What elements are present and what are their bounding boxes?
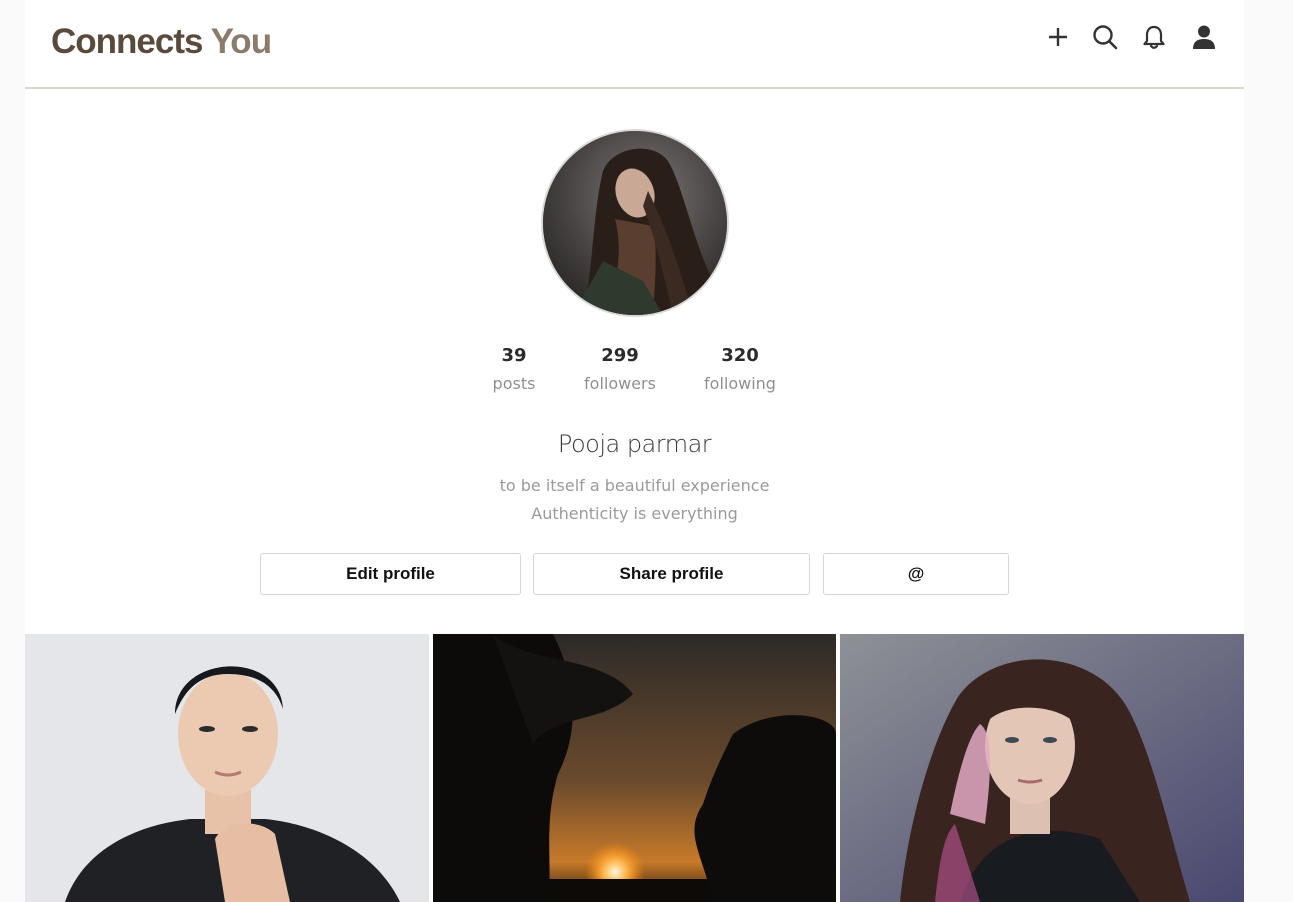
- profile-page: Connects You 39 posts 299 followers 320 …: [25, 0, 1244, 902]
- stat-posts[interactable]: 39 posts: [454, 345, 574, 393]
- mention-button[interactable]: @: [823, 553, 1009, 595]
- search-icon[interactable]: [1091, 23, 1119, 51]
- bell-icon[interactable]: [1140, 23, 1168, 51]
- brand-part2: You: [210, 22, 273, 61]
- user-icon[interactable]: [1190, 23, 1218, 51]
- bio-line-1: to be itself a beautiful experience: [499, 476, 770, 495]
- stat-posts-value: 39: [501, 345, 527, 366]
- post-thumbnail[interactable]: [25, 634, 429, 902]
- stat-posts-label: posts: [492, 374, 536, 393]
- brand-logo[interactable]: Connects You: [51, 22, 273, 62]
- profile-name: Pooja parmar: [557, 430, 712, 458]
- bio-line-2: Authenticity is everything: [531, 504, 738, 523]
- stat-following-value: 320: [721, 345, 759, 366]
- post-thumbnail[interactable]: [433, 634, 836, 902]
- brand-part1: Connects: [51, 22, 203, 61]
- share-profile-button[interactable]: Share profile: [533, 553, 810, 595]
- top-header: Connects You: [25, 0, 1244, 89]
- stat-following[interactable]: 320 following: [680, 345, 800, 393]
- avatar[interactable]: [541, 129, 729, 317]
- stat-followers-value: 299: [601, 345, 639, 366]
- add-icon[interactable]: [1044, 23, 1072, 51]
- stat-following-label: following: [704, 374, 776, 393]
- stat-followers[interactable]: 299 followers: [560, 345, 680, 393]
- stat-followers-label: followers: [584, 374, 656, 393]
- edit-profile-button[interactable]: Edit profile: [260, 553, 521, 595]
- post-thumbnail[interactable]: [840, 634, 1244, 902]
